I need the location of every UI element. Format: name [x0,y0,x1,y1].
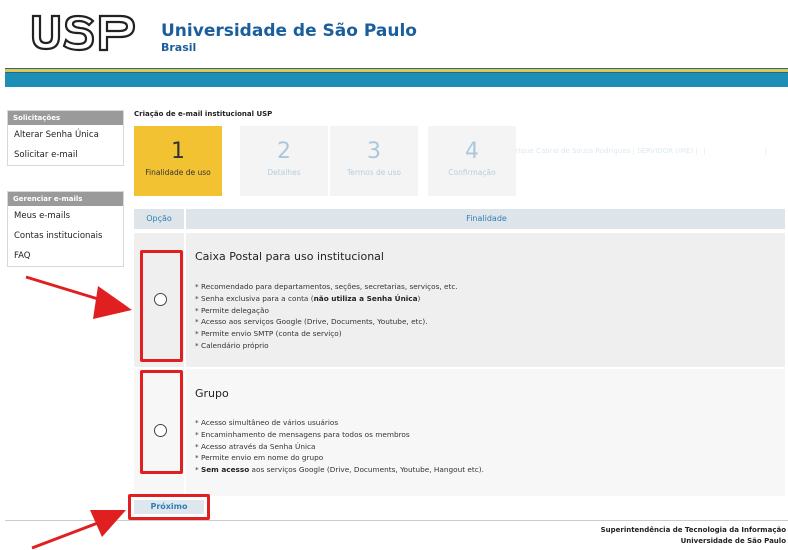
column-header-finalidade: Finalidade [466,214,507,223]
annotation-box-radio-2 [140,370,183,474]
sidebar-solicitacoes: Solicitações Alterar Senha Única Solicit… [7,110,124,166]
bullet: * Acesso aos serviços Google (Drive, Doc… [195,317,428,327]
step-confirmacao[interactable]: 4 Confirmação [428,126,516,196]
table-row: Caixa Postal para uso institucional * Re… [134,233,785,367]
table-header: Opção Finalidade [134,209,785,229]
senha-unica-link[interactable]: Senha Única [711,147,760,155]
bullet: * Calendário próprio [195,340,269,350]
step-number: 2 [277,139,291,164]
bullet: * Acesso através da Senha Única [195,441,316,451]
bullet: * Senha exclusiva para a conta (não util… [195,293,421,303]
bullet: * Recomendado para departamentos, seções… [195,282,458,291]
next-button[interactable]: Próximo [134,500,204,514]
page-title: Criação de e-mail institucional USP [134,110,273,118]
option-description: * Recomendado para departamentos, seções… [195,281,458,352]
bullet: * Encaminhamento de mensagens para todos… [195,429,410,439]
bullet: * Permite envio em nome do grupo [195,453,324,463]
column-header-opcao: Opção [134,209,186,229]
step-number: 3 [367,139,381,164]
step-termos[interactable]: 3 Termos de uso [330,126,418,196]
university-subtitle: Brasil [161,41,197,54]
footer-line-1: Superintendência de Tecnologia da Inform… [600,526,786,534]
sidebar-gerenciar: Gerenciar e-mails Meus e-mails Contas in… [7,191,124,267]
option-title: Grupo [195,387,229,400]
sidebar-section-title: Solicitações [8,111,123,125]
step-detalhes[interactable]: 2 Detalhes [240,126,328,196]
step-label: Confirmação [448,168,496,177]
step-number: 4 [465,139,479,164]
user-bar: 5745240 - Henrique Cabral de Souza Rodri… [5,73,788,155]
step-label: Finalidade de uso [145,168,211,177]
next-button-highlight: Próximo [128,494,210,520]
option-description: * Acesso simultâneo de vários usuários *… [195,417,484,476]
usp-logo[interactable] [30,13,140,53]
step-label: Detalhes [267,168,301,177]
footer-line-2: Universidade de São Paulo [680,537,786,545]
sidebar-item-solicitar-email[interactable]: Solicitar e-mail [8,145,123,165]
page-header: Universidade de São Paulo Brasil [0,0,788,70]
arrow-to-next-icon [31,510,126,550]
bullet: * Sem acesso aos serviços Google (Drive,… [195,465,484,475]
table-row: Grupo * Acesso simultâneo de vários usuá… [134,369,785,496]
sidebar-section-title: Gerenciar e-mails [8,192,123,206]
option-title: Caixa Postal para uso institucional [195,250,384,263]
sidebar-item-alterar-senha[interactable]: Alterar Senha Única [8,125,123,145]
sidebar-item-meus-emails[interactable]: Meus e-mails [8,206,123,226]
sidebar-item-contas-institucionais[interactable]: Contas institucionais [8,226,123,246]
bullet: * Permite delegação [195,305,269,315]
university-title: Universidade de São Paulo [161,21,417,41]
step-label: Termos de uso [346,168,402,177]
footer-divider [5,520,788,521]
sidebar-item-faq[interactable]: FAQ [8,246,123,266]
step-number: 1 [171,139,185,164]
sair-link[interactable]: Sair [772,147,788,155]
bullet: * Permite envio SMTP (conta de serviço) [195,329,342,339]
bullet: * Acesso simultâneo de vários usuários [195,418,339,427]
step-finalidade[interactable]: 1 Finalidade de uso [134,126,222,196]
arrow-to-radio-icon [25,275,132,319]
annotation-box-radio-1 [140,250,183,362]
header-stripe-yellow [5,69,788,72]
